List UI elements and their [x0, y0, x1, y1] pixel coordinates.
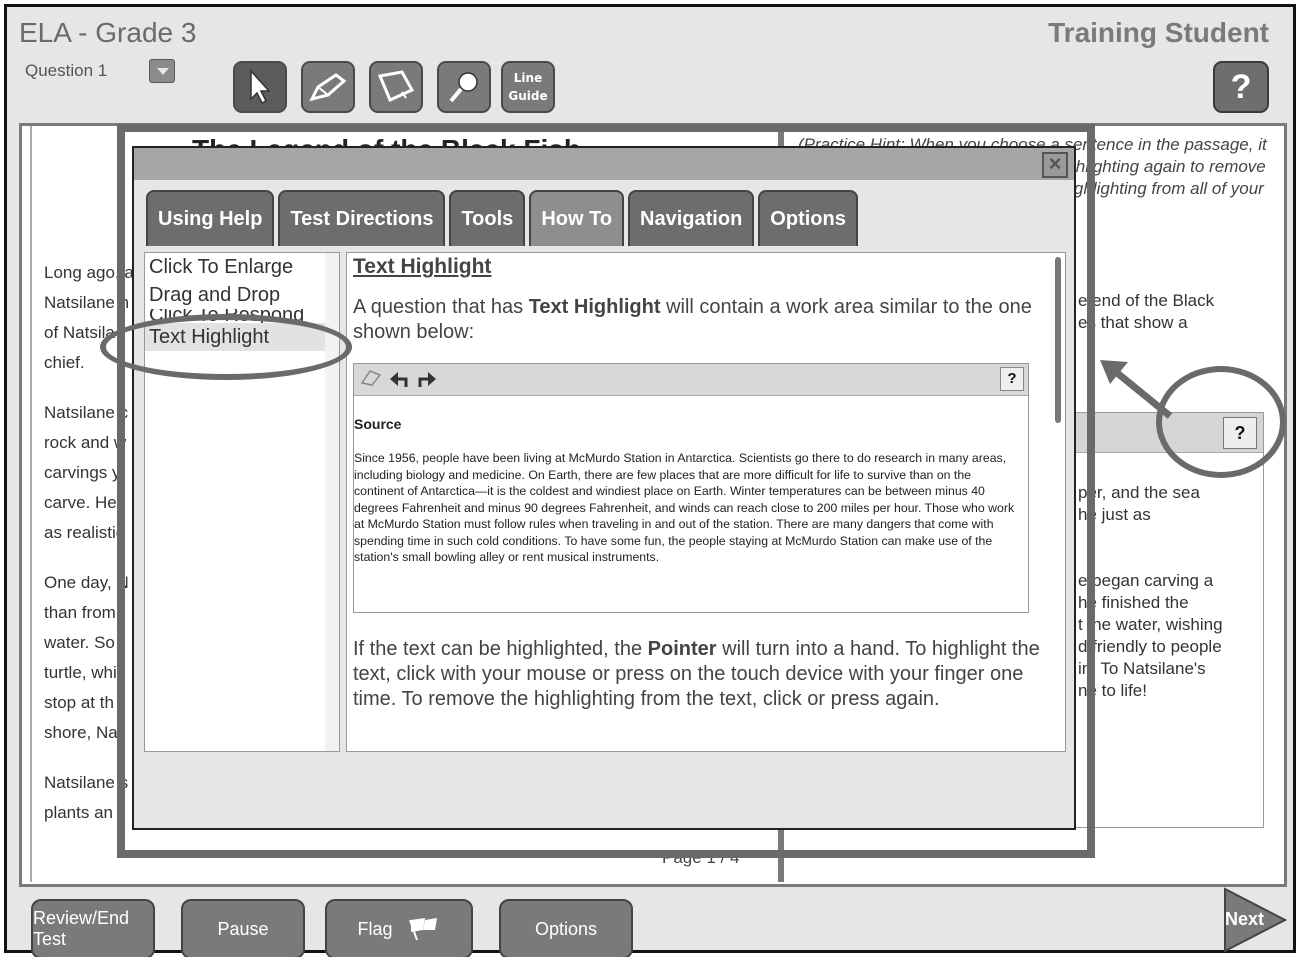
pause-button[interactable]: Pause: [181, 899, 305, 957]
question-text-fragment: d friendly to people: [1078, 637, 1222, 656]
question-label: Question 1: [25, 61, 108, 80]
question-text-fragment: in. To Natsilane's: [1078, 659, 1206, 678]
callout-oval-text-highlight: [100, 314, 352, 380]
magnifier-icon: [449, 72, 478, 103]
next-button[interactable]: Next: [1223, 887, 1288, 953]
line-guide-label: Line Guide: [508, 71, 548, 103]
callout-frame: [117, 124, 1095, 858]
question-text-fragment: t the water, wishing: [1078, 615, 1223, 634]
question-text-fragment: per, and the sea: [1078, 483, 1200, 502]
next-label: Next: [1225, 909, 1265, 929]
question-dropdown-button[interactable]: [149, 59, 175, 83]
pointer-tool-button[interactable]: [233, 61, 287, 113]
callout-arrow-icon: [1100, 360, 1173, 419]
app-title: ELA - Grade 3: [19, 17, 197, 48]
flag-button[interactable]: Flag: [325, 899, 473, 957]
student-name: Training Student: [1048, 17, 1269, 48]
notepad-icon: [377, 70, 415, 103]
notepad-tool-button[interactable]: [369, 61, 423, 113]
flag-icon: [408, 918, 437, 941]
highlighter-tool-button[interactable]: [301, 61, 355, 113]
magnifier-tool-button[interactable]: [437, 61, 491, 113]
options-button[interactable]: Options: [499, 899, 633, 957]
arrow-pointer-icon: [250, 69, 271, 105]
question-text-fragment: e end of the Black: [1078, 291, 1215, 310]
review-end-test-button[interactable]: Review/End Test: [31, 899, 155, 957]
line-guide-tool-button[interactable]: Line Guide: [501, 61, 555, 113]
question-text-fragment: e began carving a: [1078, 571, 1214, 590]
highlighter-icon: [309, 73, 347, 102]
flag-label: Flag: [357, 918, 393, 939]
help-button[interactable]: ?: [1213, 61, 1269, 113]
